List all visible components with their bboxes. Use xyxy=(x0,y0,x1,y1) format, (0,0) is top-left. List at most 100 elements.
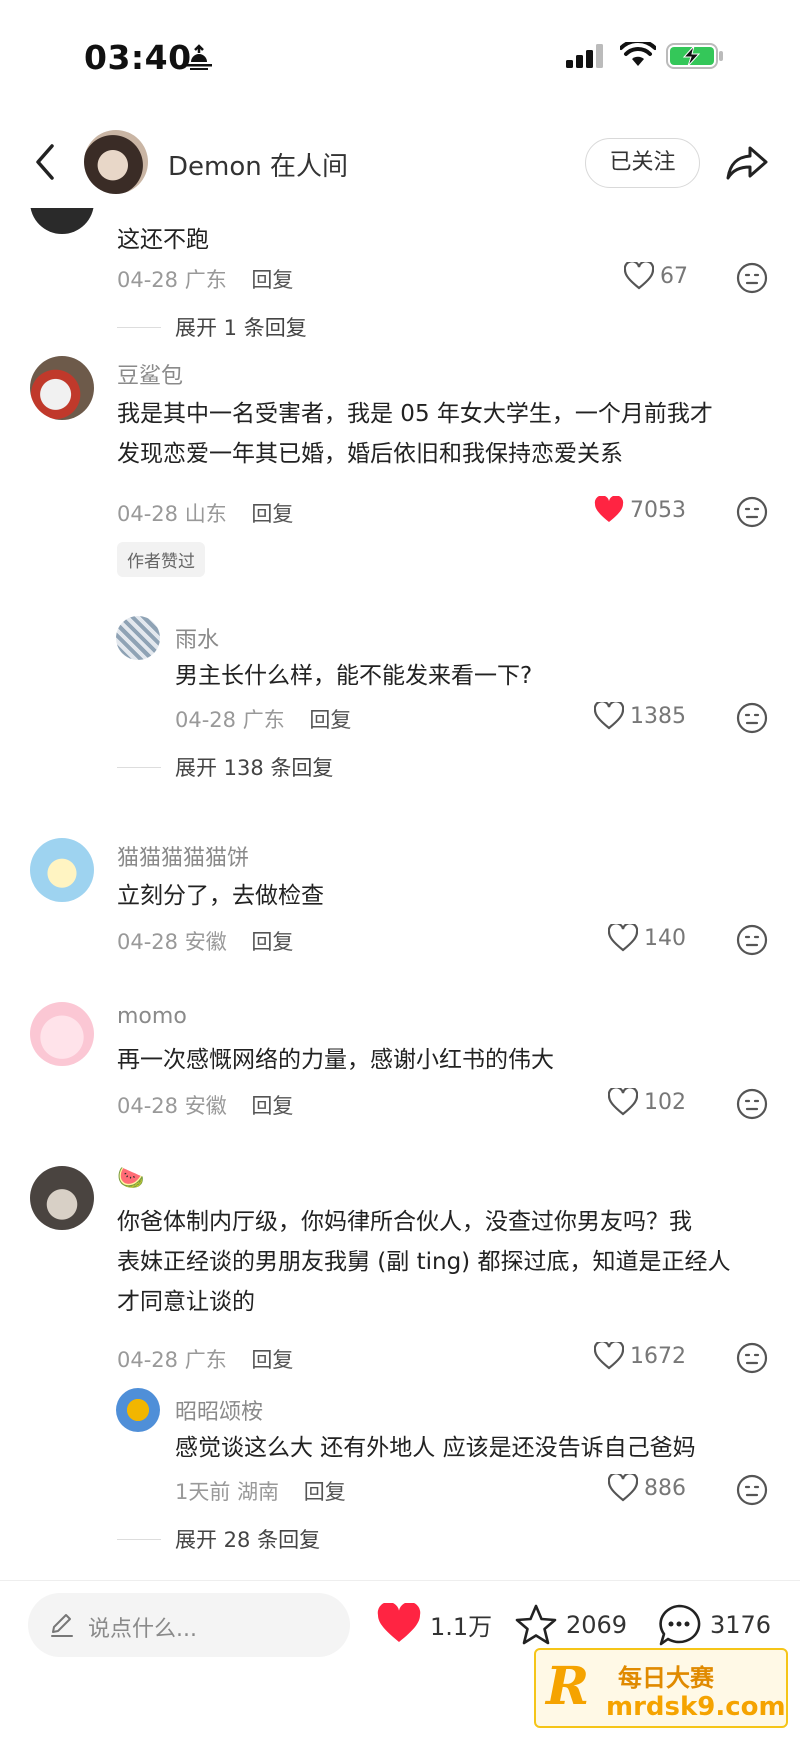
replier-avatar[interactable] xyxy=(116,1388,160,1432)
comment-text: 表妹正经谈的男朋友我舅 (副 ting) 都探过底，知道是正经人 xyxy=(117,1249,731,1275)
comment-date: 04-28 xyxy=(117,930,179,954)
comment-meta: 04-28 安徽 回复 xyxy=(117,926,293,956)
comment-location: 广东 xyxy=(184,1348,227,1372)
commenter-name[interactable]: 豆鲨包 xyxy=(117,358,183,390)
status-bar: 03:40 xyxy=(0,0,800,110)
heart-outline-icon xyxy=(624,262,654,290)
reply-button[interactable]: 回复 xyxy=(251,268,293,292)
wifi-icon xyxy=(620,42,656,66)
reply-location: 湖南 xyxy=(237,1480,280,1504)
like-button[interactable]: 7053 xyxy=(594,496,686,524)
reply-date: 1天前 xyxy=(175,1480,231,1504)
comment-input[interactable]: 说点什么... xyxy=(28,1593,350,1657)
like-count: 1385 xyxy=(630,703,686,729)
reply-date: 04-28 xyxy=(175,708,237,732)
like-button[interactable]: 102 xyxy=(608,1088,686,1116)
like-button[interactable]: 886 xyxy=(608,1474,686,1502)
divider xyxy=(117,326,161,328)
comment-bubble-icon xyxy=(659,1604,701,1646)
cellular-signal-icon xyxy=(566,44,603,68)
comment-date: 04-28 xyxy=(117,268,179,292)
dislike-face-icon[interactable] xyxy=(736,262,768,294)
comment-text: 才同意让谈的 xyxy=(117,1289,255,1315)
watermark-url: mrdsk9.com xyxy=(606,1692,786,1722)
favorite-count: 2069 xyxy=(566,1611,628,1639)
comment-meta: 04-28 山东 回复 xyxy=(117,498,293,528)
post-header: Demon 在人间 已关注 xyxy=(0,118,800,208)
reply-button[interactable]: 回复 xyxy=(251,1094,293,1118)
like-button[interactable]: 1672 xyxy=(594,1342,686,1370)
replier-name[interactable]: 昭昭颂桉 xyxy=(175,1394,263,1426)
dislike-face-icon[interactable] xyxy=(736,496,768,528)
follow-button[interactable]: 已关注 xyxy=(585,138,700,188)
status-time: 03:40 xyxy=(84,38,192,77)
comments-button[interactable]: 3176 xyxy=(656,1603,771,1647)
reply-button[interactable]: 回复 xyxy=(309,708,351,732)
expand-replies[interactable]: 展开 138 条回复 xyxy=(117,752,333,782)
author-liked-badge: 作者赞过 xyxy=(117,542,205,577)
comment-meta: 04-28 广东 回复 xyxy=(117,1344,293,1374)
dislike-face-icon[interactable] xyxy=(736,1088,768,1120)
reply-location: 广东 xyxy=(242,708,285,732)
comment-input-placeholder: 说点什么... xyxy=(88,1617,197,1642)
like-count: 7053 xyxy=(630,497,686,523)
reply-text: 男主长什么样，能不能发来看一下? xyxy=(175,663,533,689)
commenter-name[interactable]: momo xyxy=(117,1004,187,1029)
expand-replies[interactable]: 展开 28 条回复 xyxy=(117,1524,320,1554)
pencil-icon xyxy=(51,1614,73,1637)
reply-button[interactable]: 回复 xyxy=(251,1348,293,1372)
comment-location: 安徽 xyxy=(184,930,227,954)
comment-text: 发现恋爱一年其已婚，婚后依旧和我保持恋爱关系 xyxy=(117,441,623,467)
favorite-button[interactable]: 2069 xyxy=(514,1603,627,1647)
expand-replies-label: 展开 138 条回复 xyxy=(175,756,334,780)
commenter-avatar[interactable] xyxy=(30,838,94,902)
comment-location: 安徽 xyxy=(184,1094,227,1118)
battery-charging-icon xyxy=(666,43,723,69)
replier-avatar[interactable] xyxy=(116,616,160,660)
comment-text: 再一次感慨网络的力量，感谢小红书的伟大 xyxy=(117,1047,554,1073)
watermark-logo-letter: R xyxy=(546,1656,590,1717)
heart-filled-icon xyxy=(377,1603,421,1642)
commenter-avatar[interactable] xyxy=(30,1166,94,1230)
dislike-face-icon[interactable] xyxy=(736,924,768,956)
comment-text: 你爸体制内厅级，你妈律所合伙人，没查过你男友吗？我 xyxy=(117,1209,692,1235)
comment-location: 山东 xyxy=(184,502,227,526)
comment-text: 我是其中一名受害者，我是 05 年女大学生，一个月前我才 xyxy=(117,401,713,427)
expand-replies[interactable]: 展开 1 条回复 xyxy=(117,312,307,342)
comment-date: 04-28 xyxy=(117,1094,179,1118)
commenter-name[interactable]: 猫猫猫猫猫饼 xyxy=(117,840,249,872)
heart-outline-icon xyxy=(608,1088,638,1116)
like-button[interactable]: 1385 xyxy=(594,702,686,730)
reply-button[interactable]: 回复 xyxy=(304,1480,346,1504)
comment-meta: 04-28 广东 回复 xyxy=(117,264,293,294)
share-icon[interactable] xyxy=(724,140,770,186)
author-name[interactable]: Demon 在人间 xyxy=(168,146,348,183)
watermark-title: 每日大赛 xyxy=(618,1664,714,1692)
comment-meta: 04-28 安徽 回复 xyxy=(117,1090,293,1120)
like-button[interactable]: 140 xyxy=(608,924,686,952)
back-arrow-icon[interactable] xyxy=(28,140,62,184)
expand-replies-label: 展开 28 条回复 xyxy=(175,1528,321,1552)
comment-location: 广东 xyxy=(184,268,227,292)
author-avatar[interactable] xyxy=(84,130,148,194)
replier-name[interactable]: 雨水 xyxy=(175,622,219,654)
dislike-face-icon[interactable] xyxy=(736,1342,768,1374)
reply-text: 感觉谈这么大 还有外地人 应该是还没告诉自己爸妈 xyxy=(175,1435,696,1461)
post-like-button[interactable]: 1.1万 xyxy=(376,1603,492,1645)
comment-text: 这还不跑 xyxy=(117,227,209,253)
commenter-avatar[interactable] xyxy=(30,1002,94,1066)
comment-list: 这还不跑 04-28 广东 回复 67 展开 1 条回复 豆鲨包 我是其中一名受… xyxy=(0,208,800,1580)
commenter-avatar[interactable] xyxy=(30,208,94,234)
reply-button[interactable]: 回复 xyxy=(251,930,293,954)
like-button[interactable]: 67 xyxy=(624,262,688,290)
dislike-face-icon[interactable] xyxy=(736,702,768,734)
comment-date: 04-28 xyxy=(117,1348,179,1372)
dislike-face-icon[interactable] xyxy=(736,1474,768,1506)
commenter-avatar[interactable] xyxy=(30,356,94,420)
heart-outline-icon xyxy=(594,702,624,730)
like-count: 67 xyxy=(660,263,688,289)
commenter-name[interactable]: 🍉 xyxy=(117,1166,144,1191)
star-outline-icon xyxy=(515,1604,557,1645)
watermark-logo: R 每日大赛 mrdsk9.com xyxy=(534,1648,788,1728)
reply-button[interactable]: 回复 xyxy=(251,502,293,526)
